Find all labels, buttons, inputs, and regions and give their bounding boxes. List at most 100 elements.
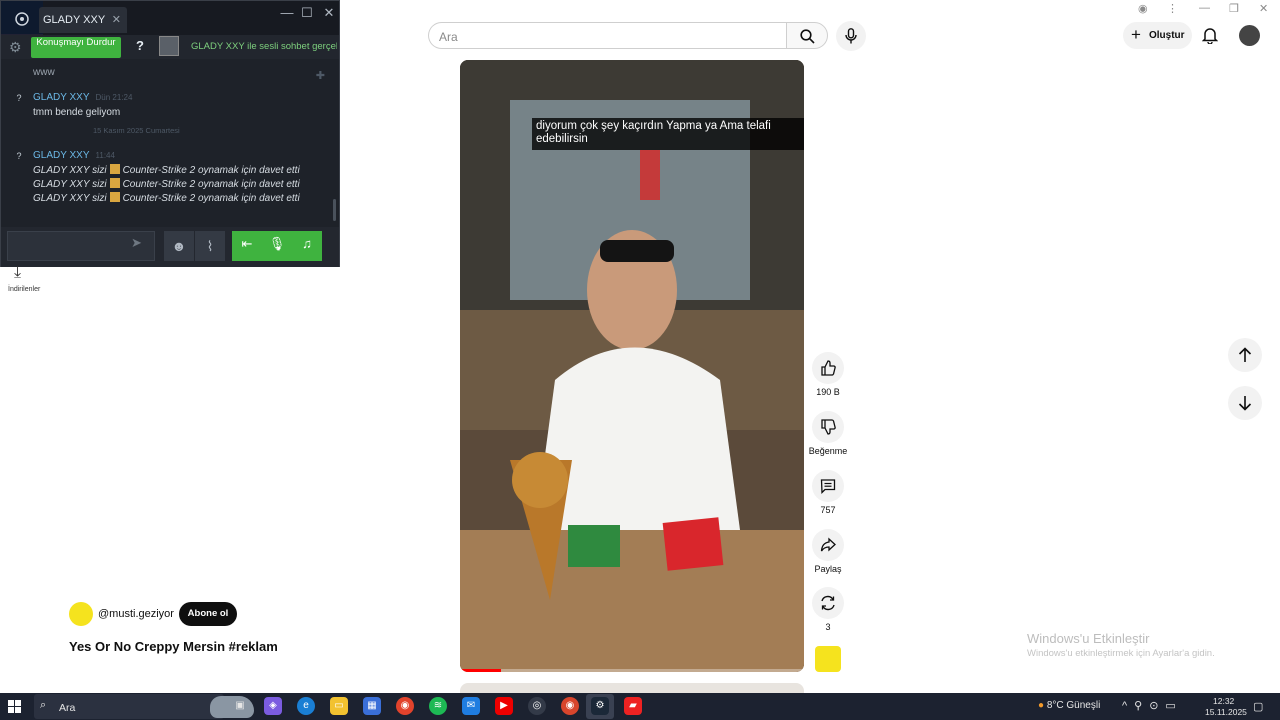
taskbar-search[interactable]: ⌕ Ara bbox=[34, 694, 254, 719]
video-caption: diyorum çok şey kaçırdın Yapma ya Ama te… bbox=[532, 118, 804, 150]
gear-icon[interactable]: ⚙ bbox=[9, 39, 22, 56]
counter-strike-icon bbox=[109, 164, 120, 174]
subscribe-button[interactable]: Abone ol bbox=[179, 602, 237, 626]
remix-button[interactable] bbox=[812, 587, 844, 619]
more-options-icon[interactable]: ⋮ bbox=[1167, 2, 1178, 15]
system-tray-icons[interactable]: ^⚲⊙▭ bbox=[1122, 699, 1183, 712]
voice-controls: ⇤ 🎙 ♫ bbox=[232, 231, 322, 261]
account-avatar[interactable] bbox=[1239, 25, 1260, 46]
restore-icon[interactable]: ❐ bbox=[1229, 2, 1239, 15]
add-reaction-icon[interactable]: ✚ bbox=[316, 69, 325, 82]
weather-sun-icon: ● bbox=[1038, 700, 1045, 711]
search-input[interactable]: Ara bbox=[428, 22, 786, 49]
close-window-icon[interactable]: ✕ bbox=[319, 5, 339, 21]
activation-watermark-title: Windows'u Etkinleştir bbox=[1027, 631, 1150, 646]
channel-thumbnail[interactable] bbox=[815, 646, 841, 672]
counter-strike-icon bbox=[109, 192, 120, 202]
sender-avatar-icon: ? bbox=[16, 93, 22, 103]
next-short-button[interactable] bbox=[1228, 386, 1262, 420]
search-button[interactable] bbox=[786, 22, 828, 49]
chrome-icon[interactable]: ◉ bbox=[396, 697, 414, 715]
minimize-icon[interactable]: — bbox=[277, 5, 297, 20]
thumbs-up-icon bbox=[821, 360, 836, 376]
steam-chat-tab[interactable]: GLADY XXY ✕ bbox=[39, 7, 127, 33]
chat-composer: ➤ ☻ ⌇ ⇤ 🎙 ♫ bbox=[1, 227, 339, 267]
download-icon[interactable]: ⤓ bbox=[14, 264, 21, 282]
arrow-up-icon bbox=[1238, 347, 1252, 362]
screen: GLADY XXY ✕ — ☐ ✕ ⚙ Konuşmayı Durdur ? G… bbox=[0, 0, 1280, 720]
help-button[interactable]: ? bbox=[132, 38, 148, 53]
create-button[interactable]: + Oluştur bbox=[1123, 22, 1192, 49]
share-icon bbox=[820, 537, 836, 552]
taskbar: ⌕ Ara ▣ ◈ e ▭ ▦ ◉ ≋ ✉ ▶ ◎ ◉ ⚙ ▰ ● 8°C Gü… bbox=[0, 693, 1280, 720]
video-progress-bar[interactable] bbox=[460, 669, 804, 672]
obs-icon[interactable]: ◎ bbox=[528, 697, 546, 715]
headphones-icon[interactable]: ♫ bbox=[297, 236, 317, 251]
stop-voice-chat-button[interactable]: Konuşmayı Durdur bbox=[31, 37, 121, 58]
sender-avatar-icon: ? bbox=[16, 151, 22, 161]
channel-handle[interactable]: @musti.geziyor bbox=[98, 608, 174, 620]
like-count: 190 B bbox=[816, 387, 840, 397]
arrow-down-icon bbox=[1238, 396, 1252, 411]
maximize-icon[interactable]: ☐ bbox=[297, 5, 317, 21]
copilot-icon[interactable]: ◈ bbox=[264, 697, 282, 715]
comment-count: 757 bbox=[820, 505, 836, 515]
emoji-icon[interactable]: ☻ bbox=[164, 231, 194, 261]
video-frame bbox=[460, 60, 804, 672]
youtube-app-icon[interactable]: ▶ bbox=[495, 697, 513, 715]
send-icon[interactable]: ➤ bbox=[131, 235, 142, 251]
comments-button[interactable] bbox=[812, 470, 844, 502]
share-label: Paylaş bbox=[814, 564, 842, 574]
store-icon[interactable]: ▦ bbox=[363, 697, 381, 715]
remix-icon bbox=[821, 595, 835, 611]
leave-voice-icon[interactable]: ⇤ bbox=[237, 236, 257, 252]
microphone-icon[interactable]: 🎙 bbox=[267, 236, 287, 252]
activation-watermark-text: Windows'u etkinleştirmek için Ayarlar'a … bbox=[1027, 648, 1215, 659]
chat-message-text: www bbox=[33, 67, 55, 78]
task-view-icon[interactable]: ▣ bbox=[231, 697, 249, 715]
windows-start-icon[interactable] bbox=[8, 700, 21, 713]
clock-time[interactable]: 12:32 bbox=[1213, 696, 1234, 706]
like-button[interactable] bbox=[812, 352, 844, 384]
share-button[interactable] bbox=[812, 529, 844, 561]
close-tab-icon[interactable]: ✕ bbox=[112, 13, 121, 26]
steam-user-avatar[interactable] bbox=[1, 1, 43, 35]
notification-icon[interactable]: ▢ bbox=[1253, 700, 1263, 713]
chat-message-text: tmm bende geliyom bbox=[33, 107, 121, 118]
file-explorer-icon[interactable]: ▭ bbox=[330, 697, 348, 715]
chrome-profile-icon[interactable]: ◉ bbox=[561, 697, 579, 715]
date-divider: 15 Kasım 2025 Cumartesi bbox=[93, 126, 180, 135]
spotify-icon[interactable]: ≋ bbox=[429, 697, 447, 715]
steam-voice-toolbar: ⚙ Konuşmayı Durdur ? GLADY XXY ile sesli… bbox=[1, 35, 339, 59]
channel-avatar[interactable] bbox=[69, 602, 93, 626]
outlook-icon[interactable]: ✉ bbox=[462, 697, 480, 715]
previous-short-button[interactable] bbox=[1228, 338, 1262, 372]
chat-sender[interactable]: GLADY XXY 11:44 bbox=[33, 150, 115, 161]
comment-icon bbox=[820, 479, 836, 494]
steam-chat-tab-title: GLADY XXY bbox=[43, 14, 106, 26]
shorts-video-player[interactable]: diyorum çok şey kaçırdın Yapma ya Ama te… bbox=[460, 60, 804, 672]
steam-titlebar: GLADY XXY ✕ — ☐ ✕ bbox=[1, 1, 339, 35]
clock-date[interactable]: 15.11.2025 bbox=[1205, 707, 1247, 717]
close-icon[interactable]: ✕ bbox=[1259, 2, 1268, 15]
notifications-bell-icon[interactable] bbox=[1202, 26, 1218, 44]
steam-icon[interactable]: ⚙ bbox=[591, 697, 609, 715]
dislike-button[interactable] bbox=[812, 411, 844, 443]
edge-icon[interactable]: e bbox=[297, 697, 315, 715]
voice-search-button[interactable] bbox=[836, 21, 866, 51]
chat-sender[interactable]: GLADY XXY Dün 21:24 bbox=[33, 92, 132, 103]
video-title[interactable]: Yes Or No Creppy Mersin #reklam bbox=[69, 639, 278, 654]
weather-widget[interactable]: ● 8°C Güneşli bbox=[1038, 700, 1100, 711]
game-invite-line[interactable]: GLADY XXY sizi Counter-Strike 2 oynamak i… bbox=[33, 192, 300, 204]
minimize-icon[interactable]: — bbox=[1199, 2, 1210, 14]
game-invite-line[interactable]: GLADY XXY sizi Counter-Strike 2 oynamak i… bbox=[33, 164, 300, 176]
eye-icon[interactable]: ◉ bbox=[1138, 2, 1148, 15]
search-icon: ⌕ bbox=[40, 699, 47, 711]
chat-history: www ✚ ? GLADY XXY Dün 21:24 tmm bende gel… bbox=[1, 59, 339, 227]
game-launcher-icon[interactable]: ▰ bbox=[624, 697, 642, 715]
attachment-icon[interactable]: ⌇ bbox=[195, 231, 225, 261]
chat-scrollbar[interactable] bbox=[333, 199, 336, 221]
microphone-icon bbox=[845, 28, 857, 44]
game-invite-line[interactable]: GLADY XXY sizi Counter-Strike 2 oynamak i… bbox=[33, 178, 300, 190]
downloads-label[interactable]: İndirilenler bbox=[8, 286, 40, 293]
